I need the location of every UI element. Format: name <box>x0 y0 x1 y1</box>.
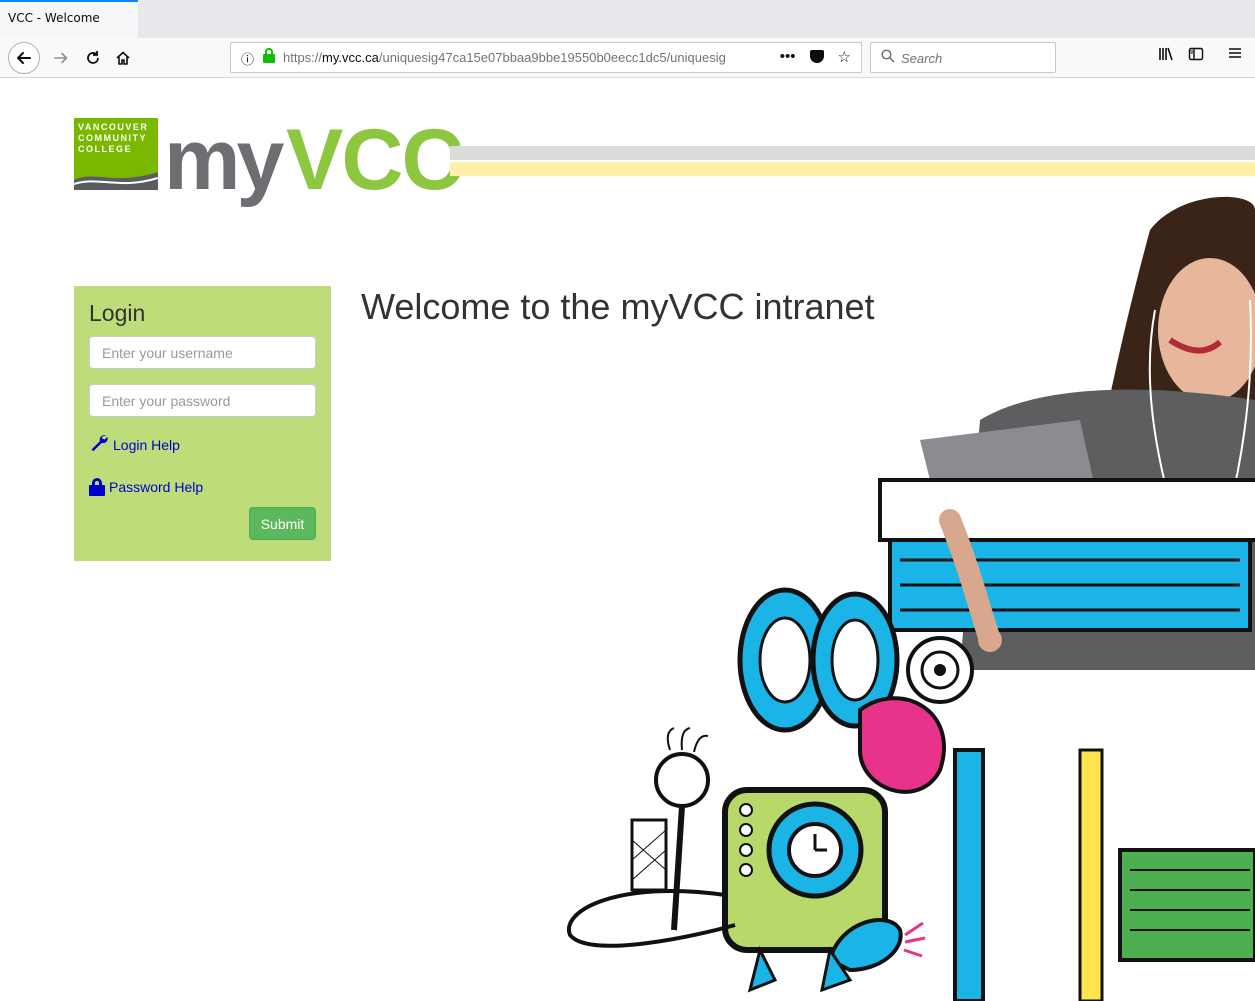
pocket-icon[interactable] <box>809 50 824 63</box>
search-bar[interactable]: Search <box>870 42 1056 73</box>
url-text[interactable]: https://my.vcc.ca/uniquesig47ca15e07bbaa… <box>283 50 753 65</box>
password-input[interactable] <box>89 384 316 417</box>
logo-line-1: VANCOUVER <box>78 122 149 132</box>
logo-line-2: COMMUNITY <box>78 133 147 143</box>
logo-my-text: my <box>164 112 284 208</box>
lock-icon <box>89 478 105 496</box>
url-prefix: https:// <box>283 50 323 65</box>
header-band-gray <box>450 146 1255 160</box>
url-host: my.vcc.ca <box>322 50 379 65</box>
url-path: /uniquesig47ca15e07bbaa9bbe19550b0eecc1d… <box>378 50 726 65</box>
reload-icon[interactable] <box>78 43 108 73</box>
search-icon <box>881 49 895 67</box>
more-icon[interactable]: ••• <box>780 48 796 66</box>
browser-tab[interactable]: VCC - Welcome <box>0 0 138 38</box>
username-input[interactable] <box>89 336 316 369</box>
login-title: Login <box>89 300 146 326</box>
password-help-label: Password Help <box>109 479 204 495</box>
search-placeholder: Search <box>901 51 943 66</box>
login-help-label: Login Help <box>113 437 180 453</box>
logo-vcc-text: VCC <box>286 112 464 208</box>
library-icon[interactable] <box>1158 46 1174 66</box>
vcc-logo[interactable]: VANCOUVER COMMUNITY COLLEGE my VCC <box>74 112 464 214</box>
lock-icon[interactable] <box>263 48 275 63</box>
password-help-link[interactable]: Password Help <box>89 478 203 496</box>
submit-button[interactable]: Submit <box>249 507 316 540</box>
back-arrow-icon[interactable] <box>8 42 40 74</box>
wrench-icon <box>89 432 109 458</box>
hero-illustration <box>566 196 1255 1001</box>
url-bar[interactable]: ⓘ https://my.vcc.ca/uniquesig47ca15e07bb… <box>230 42 862 73</box>
browser-tab-bar: VCC - Welcome <box>0 0 1255 38</box>
login-panel: Login Login Help Password Help Submit <box>74 286 331 561</box>
star-icon[interactable]: ☆ <box>838 48 851 66</box>
info-icon[interactable]: ⓘ <box>241 49 254 68</box>
sidebar-icon[interactable] <box>1188 46 1204 66</box>
logo-line-3: COLLEGE <box>78 144 133 154</box>
browser-nav-bar: ⓘ https://my.vcc.ca/uniquesig47ca15e07bb… <box>0 38 1255 78</box>
forward-arrow-icon[interactable] <box>46 43 76 73</box>
login-help-link[interactable]: Login Help <box>89 432 180 458</box>
logo-wave-graphic <box>74 172 158 190</box>
hamburger-menu-icon[interactable] <box>1228 46 1242 64</box>
header-band-yellow <box>450 162 1255 176</box>
home-icon[interactable] <box>108 43 138 73</box>
